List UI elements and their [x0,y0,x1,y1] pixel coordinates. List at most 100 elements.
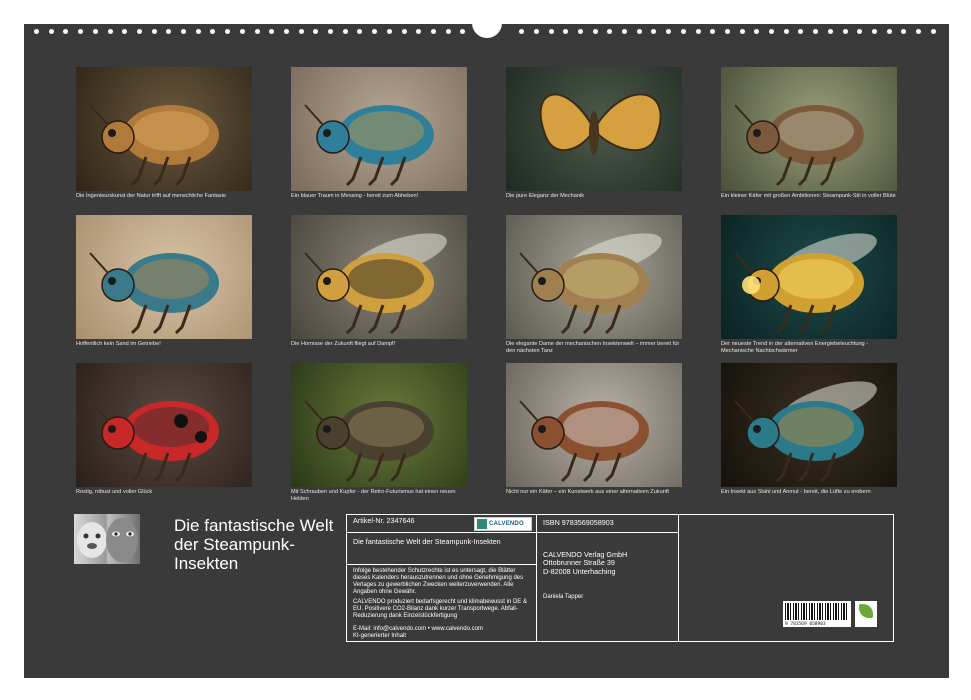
binding-hole [239,29,245,34]
calendar-title: Die fantastische Welt der Steampunk-Inse… [174,516,334,573]
binding-hole [357,29,363,34]
image-caption: Der neueste Trend in der alternativen En… [721,341,869,354]
calendar-image-tile: Hoffentlich kein Sand im Getriebe! [76,215,252,348]
calvendo-logo-icon [477,519,487,529]
binding-hole [48,29,54,34]
binding-hole [607,29,613,34]
info-column-3: 9 783569 058903 [679,515,893,641]
binding-hole [901,29,907,34]
product-title: Die fantastische Welt der Steampunk-Inse… [353,537,501,546]
author-name: Daniela Tapper [543,594,584,600]
eco-text: CALVENDO produziert bedarfsgerecht und k… [353,599,527,619]
contact-text: E-Mail: info@calvendo.com • www.calvendo… [353,626,483,632]
image-caption: Ein Insekt aus Stahl und Anmut - bereit,… [721,489,871,495]
barcode-bars [785,603,849,620]
calendar-image-tile: Der neueste Trend in der alternativen En… [721,215,897,354]
binding-hole [210,29,216,34]
binding-hole [342,29,348,34]
leaf-icon [859,604,873,618]
binding-hole [636,29,642,34]
binding-hole [842,29,848,34]
insect-photo [291,67,467,191]
binding-hole [269,29,275,34]
insect-photo [291,363,467,487]
spiral-binding [24,20,949,40]
info-column-2: ISBN 9783569058903 CALVENDO Verlag GmbH … [537,515,679,641]
image-caption: Die Ingenieurskunst der Natur trifft auf… [76,193,227,199]
image-caption: Rostig, robust und voller Glück [76,489,153,495]
binding-hole [92,29,98,34]
image-caption: Ein blauer Traum in Messing - bereit zum… [291,193,419,199]
binding-hole [372,29,378,34]
binding-hole [930,29,936,34]
binding-hole [871,29,877,34]
legal-row: Infolge bestehender Schutzrechte ist es … [347,565,536,641]
binding-hole [813,29,819,34]
binding-hole [386,29,392,34]
calendar-image-tile: Rostig, robust und voller Glück [76,363,252,496]
isbn: ISBN 9783569058903 [543,518,614,527]
binding-hole [181,29,186,34]
publisher-city: D-82008 Unterhaching [543,566,616,576]
eco-label [855,601,877,627]
calendar-image-tile: Mit Schrauben und Kupfer - der Retro-Fut… [291,363,467,502]
image-caption: Ein kleiner Käfer mit großen Ambitionen:… [721,193,896,199]
calvendo-logo-text: CALVENDO [489,520,524,527]
cover-info: Die fantastische Welt der Steampunk-Inse… [74,514,344,634]
binding-hole [328,29,333,34]
binding-hole [798,29,804,34]
binding-hole [622,29,627,34]
binding-hole [857,29,863,34]
binding-hole [724,29,730,34]
binding-hole [886,29,892,34]
binding-hole [460,29,466,34]
calvendo-logo: CALVENDO [474,517,532,531]
insect-photo [291,215,467,339]
binding-hole [195,29,201,34]
binding-hole [107,29,113,34]
hanger-cutout [472,20,502,38]
binding-hole [445,29,451,34]
binding-hole [519,29,525,34]
binding-hole [166,29,172,34]
binding-hole [710,29,716,34]
insect-photo [506,67,682,191]
insect-photo [506,215,682,339]
binding-hole [401,29,407,34]
insect-photo [721,363,897,487]
publisher-info-box: Artikel-Nr. 2347646 CALVENDO Die fantast… [346,514,894,642]
insect-photo [76,215,252,339]
binding-hole [563,29,569,34]
binding-hole [916,29,921,34]
binding-hole [769,29,774,34]
binding-hole [666,29,672,34]
image-caption: Mit Schrauben und Kupfer - der Retro-Fut… [291,489,456,502]
calendar-image-tile: Ein blauer Traum in Messing - bereit zum… [291,67,467,200]
binding-hole [416,29,422,34]
insect-photo [506,363,682,487]
binding-hole [680,29,686,34]
binding-hole [151,29,157,34]
publisher-address: CALVENDO Verlag GmbH Ottobrunner Straße … [543,550,627,576]
binding-hole [548,29,554,34]
image-caption: Nicht nur ein Käfer – ein Kunstwerk aus … [506,489,669,495]
copyright-text: Infolge bestehender Schutzrechte ist es … [353,568,524,595]
calendar-image-tile: Die Ingenieurskunst der Natur trifft auf… [76,67,252,200]
binding-hole [283,29,289,34]
binding-hole [136,29,142,34]
binding-hole [122,29,128,34]
calendar-image-tile: Nicht nur ein Käfer – ein Kunstwerk aus … [506,363,682,496]
binding-hole [34,29,39,34]
binding-hole [577,29,583,34]
binding-hole [254,29,260,34]
binding-hole [313,29,319,34]
calendar-image-tile: Ein kleiner Käfer mit großen Ambitionen:… [721,67,897,200]
calendar-back-page: Die Ingenieurskunst der Natur trifft auf… [24,20,949,678]
image-caption: Die pure Eleganz der Mechanik [506,193,585,199]
binding-hole [592,29,598,34]
image-caption: Hoffentlich kein Sand im Getriebe! [76,341,161,347]
barcode: 9 783569 058903 [783,601,851,627]
binding-hole [695,29,701,34]
article-number: Artikel-Nr. 2347646 [353,516,415,525]
product-title-row: Die fantastische Welt der Steampunk-Inse… [347,533,536,565]
